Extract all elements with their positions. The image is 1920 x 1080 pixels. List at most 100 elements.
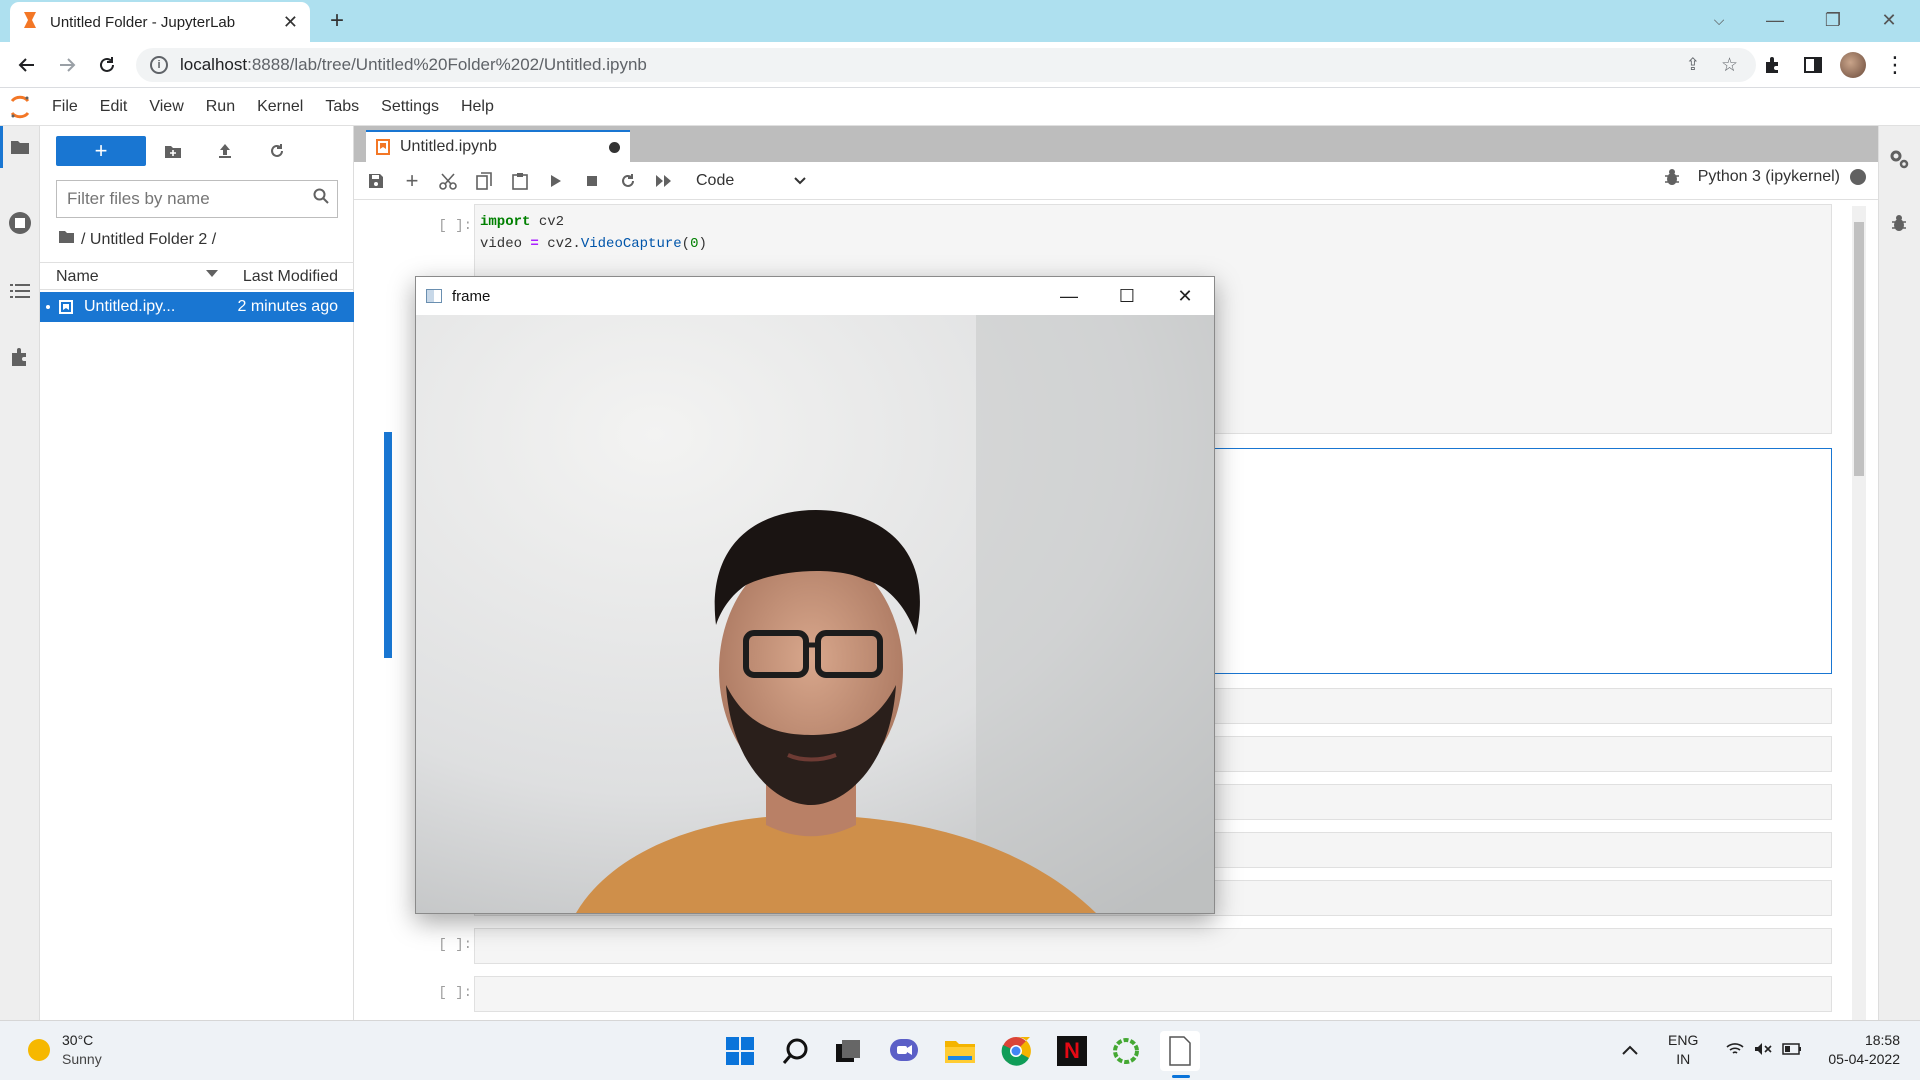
menu-run[interactable]: Run <box>206 98 235 116</box>
side-panel-icon[interactable] <box>1798 50 1828 80</box>
copy-icon[interactable] <box>466 166 502 196</box>
upload-icon[interactable] <box>210 136 240 166</box>
property-inspector-gears-icon[interactable] <box>1879 142 1919 176</box>
clock[interactable]: 18:58 05-04-2022 <box>1828 1031 1900 1069</box>
menu-view[interactable]: View <box>149 98 183 116</box>
kernel-status[interactable]: Python 3 (ipykernel) <box>1664 168 1866 186</box>
new-tab-button[interactable]: + <box>322 6 352 36</box>
battery-icon[interactable] <box>1782 1042 1802 1058</box>
restart-run-all-icon[interactable] <box>646 166 682 196</box>
table-of-contents-icon[interactable] <box>0 274 40 308</box>
extension-manager-icon[interactable] <box>0 340 40 374</box>
cell-type-select[interactable]: Code <box>696 172 806 190</box>
wifi-icon[interactable] <box>1726 1042 1744 1059</box>
show-hidden-icons-chevron-icon[interactable] <box>1622 1042 1638 1058</box>
save-icon[interactable] <box>358 166 394 196</box>
clock-time: 18:58 <box>1864 1032 1900 1048</box>
notebook-tab[interactable]: Untitled.ipynb <box>366 130 630 162</box>
cell-prompt: [ ]: <box>438 937 472 953</box>
paste-icon[interactable] <box>502 166 538 196</box>
code-cell[interactable]: [ ]: <box>354 976 1854 1012</box>
breadcrumb-path[interactable]: / Untitled Folder 2 / <box>81 231 216 249</box>
netflix-icon[interactable]: N <box>1052 1031 1092 1071</box>
close-tab-icon[interactable]: ✕ <box>283 12 298 33</box>
reload-icon[interactable] <box>92 50 122 80</box>
webcam-frame-image <box>416 315 1214 913</box>
windows-start-icon[interactable] <box>720 1031 760 1071</box>
frame-window-titlebar[interactable]: frame — ☐ ✕ <box>416 277 1214 315</box>
language-indicator[interactable]: ENG IN <box>1668 1031 1698 1069</box>
system-tray: ENG IN 18:58 05-04-2022 <box>1622 1031 1900 1069</box>
restart-kernel-icon[interactable] <box>610 166 646 196</box>
minimize-frame-button[interactable]: — <box>1040 277 1098 315</box>
python-window-icon[interactable] <box>1160 1031 1200 1071</box>
weather-widget[interactable]: 30°C Sunny <box>28 1031 102 1069</box>
chrome-icon[interactable] <box>996 1031 1036 1071</box>
search-icon[interactable] <box>776 1031 816 1071</box>
notebook-scrollbar[interactable] <box>1852 206 1866 1020</box>
code-operator: = <box>530 236 539 252</box>
filter-files-field[interactable] <box>56 180 338 218</box>
new-folder-icon[interactable] <box>158 136 188 166</box>
folder-icon[interactable] <box>0 130 40 164</box>
debugger-icon[interactable] <box>1879 206 1919 240</box>
file-explorer-icon[interactable] <box>940 1031 980 1071</box>
column-name[interactable]: Name <box>56 268 99 286</box>
maximize-frame-button[interactable]: ☐ <box>1098 277 1156 315</box>
language-code: ENG <box>1668 1032 1699 1048</box>
scrollbar-thumb[interactable] <box>1854 222 1864 476</box>
code-text: ) <box>698 236 707 252</box>
stop-icon[interactable] <box>574 166 610 196</box>
code-text: ( <box>681 236 691 252</box>
address-bar[interactable]: i localhost:8888/lab/tree/Untitled%20Fol… <box>136 48 1756 82</box>
menu-edit[interactable]: Edit <box>100 98 128 116</box>
menu-kernel[interactable]: Kernel <box>257 98 303 116</box>
code-cell[interactable]: [ ]: <box>354 928 1854 964</box>
volume-muted-icon[interactable] <box>1754 1042 1772 1059</box>
new-launcher-button[interactable]: + <box>56 136 146 166</box>
unsaved-dot-icon[interactable] <box>609 141 620 153</box>
notebook-toolbar: + Code Python 3 (ipykernel) <box>354 162 1878 200</box>
cell-editor[interactable] <box>474 928 1832 964</box>
extensions-puzzle-icon[interactable] <box>1758 50 1788 80</box>
menu-file[interactable]: File <box>52 98 78 116</box>
minimize-browser-button[interactable]: — <box>1752 4 1798 36</box>
menu-help[interactable]: Help <box>461 98 494 116</box>
cell-editor[interactable] <box>474 976 1832 1012</box>
teams-chat-icon[interactable] <box>884 1031 924 1071</box>
cell-prompt: [ ]: <box>438 985 472 1001</box>
close-frame-button[interactable]: ✕ <box>1156 277 1214 315</box>
sort-caret-icon[interactable] <box>206 270 218 277</box>
home-folder-icon[interactable] <box>58 230 75 249</box>
running-dot-icon <box>46 305 50 309</box>
site-info-icon[interactable]: i <box>150 56 168 74</box>
frame-window-title: frame <box>452 287 491 305</box>
bookmark-star-icon[interactable]: ☆ <box>1721 54 1738 77</box>
window-app-icon <box>426 289 442 303</box>
run-icon[interactable] <box>538 166 574 196</box>
column-last-modified[interactable]: Last Modified <box>243 268 338 286</box>
profile-avatar[interactable] <box>1838 50 1868 80</box>
filter-files-input[interactable] <box>67 189 297 209</box>
running-kernels-icon[interactable] <box>0 206 40 240</box>
tab-search-icon[interactable]: ⌵ <box>1696 4 1742 36</box>
cut-icon[interactable] <box>430 166 466 196</box>
back-arrow-icon[interactable] <box>12 50 42 80</box>
restore-browser-button[interactable]: ❐ <box>1810 4 1856 36</box>
menu-settings[interactable]: Settings <box>381 98 439 116</box>
file-name: Untitled.ipy... <box>84 298 176 315</box>
insert-cell-icon[interactable]: + <box>394 166 430 196</box>
task-view-icon[interactable] <box>828 1031 868 1071</box>
browser-menu-icon[interactable]: ⋮ <box>1880 50 1910 80</box>
forward-arrow-icon[interactable] <box>52 50 82 80</box>
opencv-frame-window[interactable]: frame — ☐ ✕ <box>415 276 1215 914</box>
share-icon[interactable]: ⇪ <box>1686 55 1700 75</box>
menu-tabs[interactable]: Tabs <box>325 98 359 116</box>
debugger-bug-icon[interactable] <box>1664 168 1680 186</box>
code-text: cv2. <box>538 236 581 252</box>
close-browser-button[interactable]: ✕ <box>1866 4 1912 36</box>
refresh-icon[interactable] <box>262 136 292 166</box>
browser-tab[interactable]: Untitled Folder - JupyterLab ✕ <box>10 2 310 42</box>
file-list-item[interactable]: Untitled.ipy... 2 minutes ago <box>40 292 354 322</box>
anaconda-icon[interactable] <box>1106 1031 1146 1071</box>
